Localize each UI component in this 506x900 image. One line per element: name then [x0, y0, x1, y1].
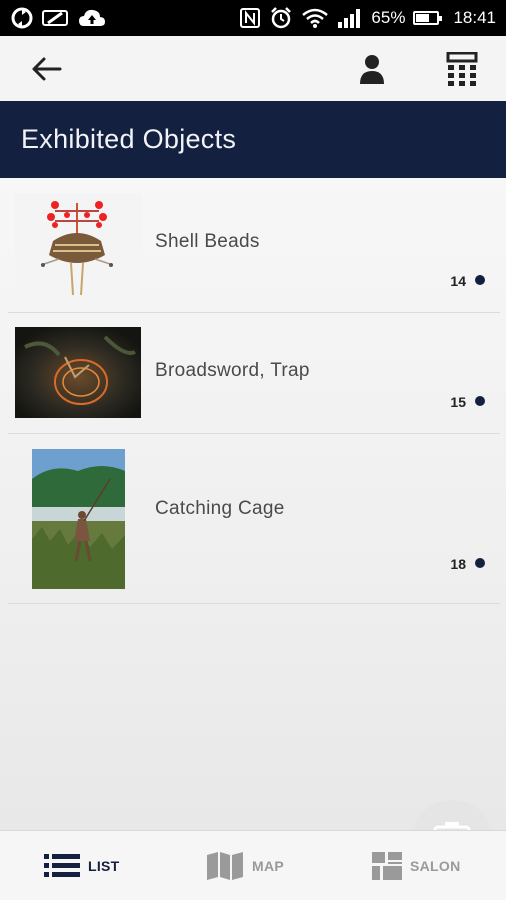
clock: 18:41: [453, 8, 496, 27]
object-list: Shell Beads 14 Broadsword, Trap 15 Catch…: [0, 178, 506, 830]
object-number: 15: [450, 394, 466, 410]
salon-grid-icon: [372, 852, 402, 880]
profile-button[interactable]: [344, 36, 400, 101]
status-dot: [475, 396, 485, 406]
object-name: Broadsword, Trap: [155, 360, 310, 381]
tab-salon[interactable]: SALON: [372, 831, 461, 900]
list-item[interactable]: Broadsword, Trap 15: [8, 313, 500, 434]
calculator-icon: [446, 51, 478, 86]
signal-icon: [337, 7, 363, 29]
bottom-tab-bar: LIST MAP SALON: [0, 830, 506, 900]
user-icon: [360, 54, 384, 84]
battery-icon: [413, 11, 443, 25]
calculator-button[interactable]: [434, 36, 490, 101]
page-title: Exhibited Objects: [21, 124, 237, 154]
status-dot: [475, 558, 485, 568]
object-name: Shell Beads: [155, 231, 260, 252]
map-icon: [207, 852, 243, 880]
battery-fill: [416, 14, 430, 22]
tab-list[interactable]: LIST: [44, 831, 120, 900]
shell-beads-image: [15, 193, 141, 298]
status-dot: [475, 275, 485, 285]
list-icon: [44, 854, 80, 877]
list-item[interactable]: Shell Beads 14: [8, 178, 500, 313]
wifi-icon: [301, 7, 329, 29]
tab-map[interactable]: MAP: [206, 831, 284, 900]
alarm-icon: [269, 6, 293, 30]
tab-label: MAP: [252, 858, 285, 874]
sync-icon: [10, 6, 34, 30]
app-toolbar: [0, 36, 506, 101]
page-header: Exhibited Objects: [0, 101, 506, 178]
status-left-icons: [10, 6, 106, 30]
battery-saver-icon: [42, 7, 70, 29]
cloud-upload-icon: [78, 7, 106, 29]
status-bar: 65% 18:41: [0, 0, 506, 36]
battery-percent: 65%: [371, 8, 406, 27]
catching-cage-image: [32, 449, 125, 589]
object-name: Catching Cage: [155, 498, 285, 519]
object-number: 18: [450, 556, 466, 572]
status-right-icons: 65% 18:41: [239, 6, 496, 30]
tab-label: LIST: [88, 858, 120, 874]
list-item[interactable]: Catching Cage 18: [8, 434, 500, 604]
back-arrow-icon: [32, 57, 62, 80]
object-number: 14: [450, 273, 466, 289]
tab-label: SALON: [410, 858, 461, 874]
broadsword-trap-image: [15, 327, 141, 418]
nfc-icon: [239, 7, 261, 29]
back-button[interactable]: [18, 36, 74, 101]
